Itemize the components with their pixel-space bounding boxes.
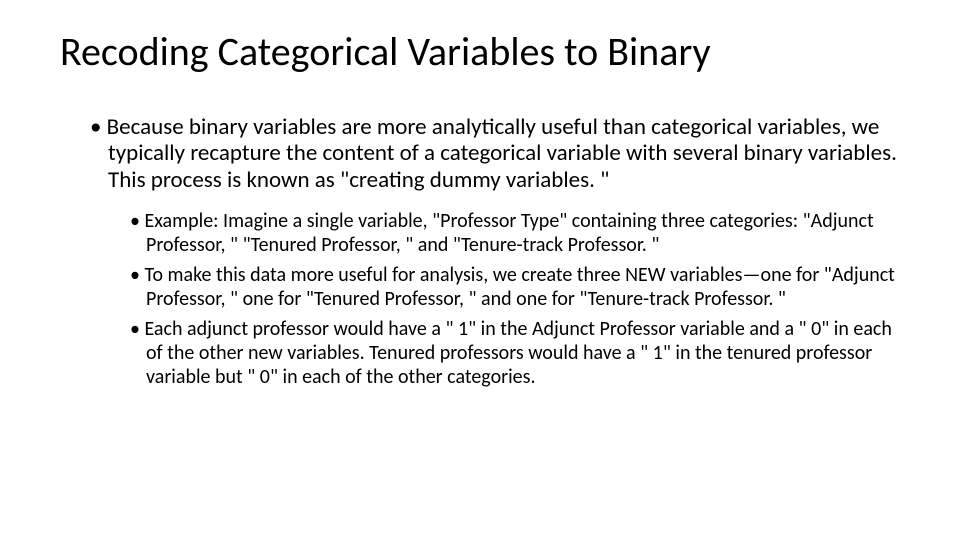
- bullet-level1: Because binary variables are more analyt…: [90, 114, 900, 193]
- slide-container: Recoding Categorical Variables to Binary…: [0, 0, 960, 540]
- slide-title: Recoding Categorical Variables to Binary: [60, 30, 900, 74]
- bullet-level2: Example: Imagine a single variable, "Pro…: [130, 209, 900, 257]
- bullet-level2: Each adjunct professor would have a " 1"…: [130, 317, 900, 389]
- bullet-level2: To make this data more useful for analys…: [130, 263, 900, 311]
